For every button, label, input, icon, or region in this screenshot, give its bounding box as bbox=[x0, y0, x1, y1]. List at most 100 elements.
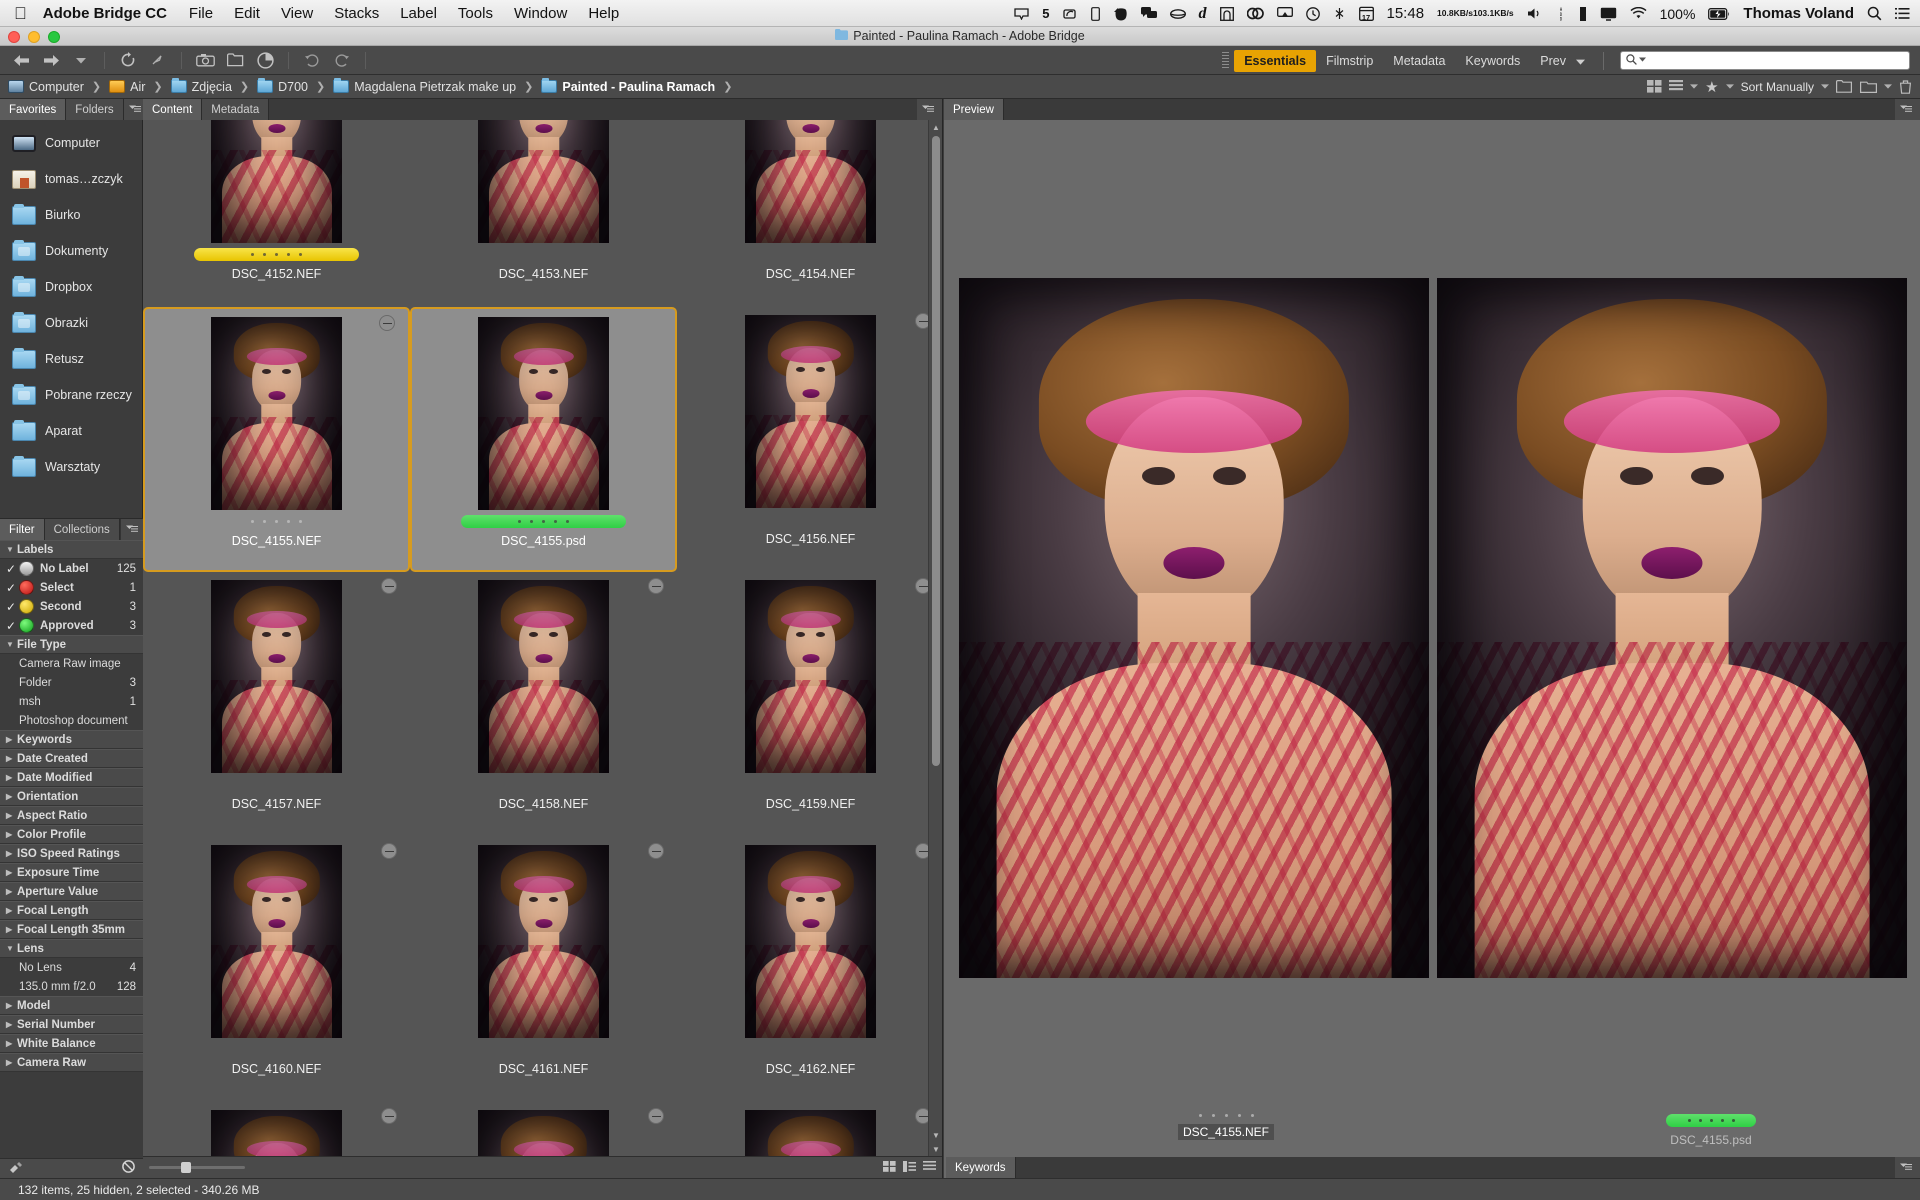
metadata-badge-icon[interactable] bbox=[915, 313, 928, 329]
filter-row-no-lens[interactable]: No Lens 4 bbox=[0, 958, 143, 977]
calendar-icon[interactable]: 17 bbox=[1359, 6, 1374, 21]
menu-tools[interactable]: Tools bbox=[458, 5, 493, 22]
thumbnail-cell[interactable] bbox=[143, 1102, 410, 1156]
workspace-metadata[interactable]: Metadata bbox=[1383, 50, 1455, 72]
filter-row-msh[interactable]: msh 1 bbox=[0, 692, 143, 711]
filter-row-folder[interactable]: Folder 3 bbox=[0, 673, 143, 692]
content-scrollbar[interactable]: ▲ ▼ ▼ bbox=[928, 120, 942, 1156]
search-scope-caret-icon[interactable] bbox=[1639, 57, 1646, 64]
search-input[interactable] bbox=[1620, 51, 1910, 70]
thumbnail-cell[interactable]: DSC_4159.NEF bbox=[677, 572, 928, 837]
refresh-icon[interactable] bbox=[115, 49, 141, 71]
thumbnail-image[interactable] bbox=[745, 580, 876, 773]
favorite-item-warsztaty[interactable]: Warsztaty bbox=[0, 449, 142, 485]
thumbnail-image[interactable] bbox=[478, 317, 609, 510]
back-arrow-icon[interactable] bbox=[8, 49, 34, 71]
list-view-icon[interactable] bbox=[1669, 80, 1683, 93]
filter-row-second[interactable]: ✓ Second 3 bbox=[0, 597, 143, 616]
star-filter-icon[interactable]: ★ bbox=[1705, 78, 1718, 96]
scrollbar-thumb[interactable] bbox=[932, 136, 940, 766]
content-flyout-menu-icon[interactable] bbox=[917, 99, 942, 120]
label-bar-none[interactable] bbox=[461, 248, 626, 261]
navigation-dropdown-icon[interactable] bbox=[68, 49, 94, 71]
filter-section-serial-number[interactable]: ▶ Serial Number bbox=[0, 1015, 143, 1034]
thumbnail-image[interactable] bbox=[211, 845, 342, 1038]
thumbnail-cell[interactable]: DSC_4153.NEF bbox=[410, 120, 677, 307]
breadcrumb-item-current[interactable]: Painted - Paulina Ramach bbox=[541, 80, 715, 94]
thumbnail-image[interactable] bbox=[745, 315, 876, 508]
thumbnail-image[interactable] bbox=[211, 317, 342, 510]
breadcrumb-item-air[interactable]: Air bbox=[109, 80, 145, 94]
menu-view[interactable]: View bbox=[281, 5, 313, 22]
wifi-icon[interactable] bbox=[1630, 7, 1647, 20]
zoom-button[interactable] bbox=[48, 31, 60, 43]
search-text-field[interactable] bbox=[1650, 55, 1904, 67]
thumbnail-image[interactable] bbox=[478, 1110, 609, 1156]
close-button[interactable] bbox=[8, 31, 20, 43]
scroll-down-arrow-icon-2[interactable]: ▼ bbox=[929, 1142, 943, 1156]
filter-section-color-profile[interactable]: ▶ Color Profile bbox=[0, 825, 143, 844]
label-bar-yellow[interactable] bbox=[194, 248, 359, 261]
label-bar-green[interactable] bbox=[461, 515, 626, 528]
thumbnail-image[interactable] bbox=[745, 845, 876, 1038]
label-bar-none[interactable] bbox=[461, 1043, 626, 1056]
filter-section-file-type[interactable]: ▼ File Type bbox=[0, 635, 143, 654]
filter-section-focal-length-35mm[interactable]: ▶ Focal Length 35mm bbox=[0, 920, 143, 939]
grid-view-icon[interactable] bbox=[1647, 80, 1662, 93]
metadata-badge-icon[interactable] bbox=[379, 315, 395, 331]
workspace-filmstrip[interactable]: Filmstrip bbox=[1316, 50, 1383, 72]
thumbnail-cell[interactable]: DSC_4156.NEF bbox=[677, 307, 928, 572]
filter-section-lens[interactable]: ▼ Lens bbox=[0, 939, 143, 958]
airplay-menu-icon[interactable] bbox=[1014, 8, 1029, 20]
chat-bubble-icon[interactable] bbox=[1141, 7, 1157, 20]
favorite-item-home[interactable]: tomas…zczyk bbox=[0, 161, 142, 197]
label-bar-none[interactable] bbox=[728, 248, 893, 261]
filter-section-model[interactable]: ▶ Model bbox=[0, 996, 143, 1015]
preview-label-bar-green[interactable] bbox=[1666, 1114, 1756, 1127]
open-in-camera-raw-icon[interactable] bbox=[252, 49, 278, 71]
sort-caret-icon[interactable] bbox=[1821, 84, 1829, 89]
thumbnail-cell[interactable]: DSC_4160.NEF bbox=[143, 837, 410, 1102]
battery-charging-icon[interactable] bbox=[1708, 8, 1730, 20]
keywords-flyout-menu-icon[interactable] bbox=[1895, 1157, 1920, 1178]
breadcrumb-item-d700[interactable]: D700 bbox=[257, 80, 308, 94]
favorite-item-obrazki[interactable]: Obrazki bbox=[0, 305, 142, 341]
metadata-badge-icon[interactable] bbox=[381, 578, 397, 594]
filter-section-date-created[interactable]: ▶ Date Created bbox=[0, 749, 143, 768]
label-bar-none[interactable] bbox=[728, 513, 893, 526]
breadcrumb-item-magdalena[interactable]: Magdalena Pietrzak make up bbox=[333, 80, 516, 94]
metadata-badge-icon[interactable] bbox=[648, 1108, 664, 1124]
label-bar-none[interactable] bbox=[728, 1043, 893, 1056]
thumbnail-cell[interactable]: DSC_4154.NEF bbox=[677, 120, 928, 307]
tab-preview[interactable]: Preview bbox=[944, 99, 1004, 120]
preview-image-psd[interactable] bbox=[1437, 278, 1907, 978]
tab-folders[interactable]: Folders bbox=[66, 99, 123, 120]
filter-row-lens-135mm[interactable]: 135.0 mm f/2.0 128 bbox=[0, 977, 143, 996]
network-speed-indicator[interactable]: 10.8KB/s 103.1KB/s bbox=[1437, 9, 1514, 18]
label-bar-none[interactable] bbox=[194, 1043, 359, 1056]
camera-import-icon[interactable] bbox=[192, 49, 218, 71]
new-folder-icon[interactable] bbox=[222, 49, 248, 71]
list-view-mode-icon[interactable] bbox=[923, 1161, 936, 1175]
breadcrumb-item-computer[interactable]: Computer bbox=[8, 80, 84, 94]
favorite-item-computer[interactable]: Computer bbox=[0, 125, 142, 161]
filter-section-camera-raw[interactable]: ▶ Camera Raw bbox=[0, 1053, 143, 1072]
favorite-item-dropbox[interactable]: Dropbox bbox=[0, 269, 142, 305]
filter-row-approved[interactable]: ✓ Approved 3 bbox=[0, 616, 143, 635]
thumbnail-cell-selected[interactable]: DSC_4155.psd bbox=[410, 307, 677, 572]
hue-app-icon[interactable] bbox=[1220, 7, 1234, 21]
filter-row-select[interactable]: ✓ Select 1 bbox=[0, 578, 143, 597]
scroll-down-arrow-icon[interactable]: ▼ bbox=[929, 1128, 943, 1142]
badge-count[interactable]: 5 bbox=[1042, 7, 1049, 20]
hdd-monitor-icon[interactable]: HDD bbox=[1556, 7, 1566, 21]
wifi-share-icon[interactable] bbox=[1063, 7, 1078, 20]
menu-help[interactable]: Help bbox=[588, 5, 619, 22]
preview-rating-dots[interactable] bbox=[1101, 1114, 1351, 1117]
workspace-essentials[interactable]: Essentials bbox=[1234, 50, 1316, 72]
view-mode-caret-icon[interactable] bbox=[1690, 84, 1698, 89]
filter-row-camera-raw[interactable]: Camera Raw image bbox=[0, 654, 143, 673]
trash-icon[interactable] bbox=[1899, 80, 1912, 94]
thumbnail-image[interactable] bbox=[478, 580, 609, 773]
label-bar-none[interactable] bbox=[461, 778, 626, 791]
apple-menu-icon[interactable]:  bbox=[14, 5, 27, 22]
